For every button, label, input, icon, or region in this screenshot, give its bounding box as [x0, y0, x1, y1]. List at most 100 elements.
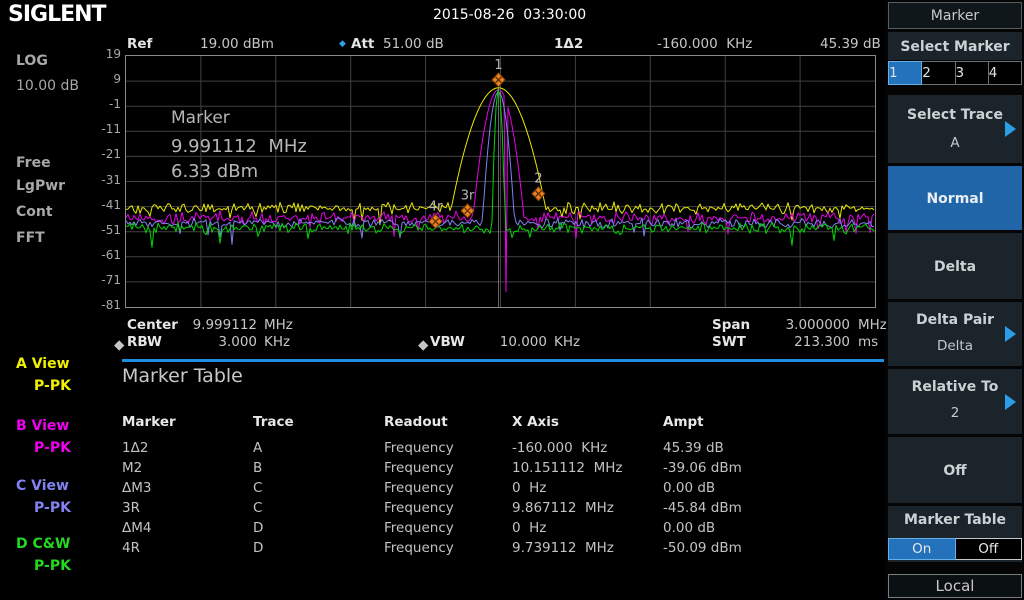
relative-to-button[interactable]: Relative To 2	[888, 369, 1022, 434]
table-row-cell: Frequency	[384, 540, 454, 556]
rbw-label: RBW	[127, 334, 162, 350]
marker-option-3[interactable]: 3	[956, 61, 989, 85]
marker-diamond-4r[interactable]: 4r	[429, 199, 443, 228]
table-row-cell: M2	[122, 460, 142, 476]
table-row-cell: 0 Hz	[512, 480, 546, 496]
delta-button[interactable]: Delta	[888, 233, 1022, 299]
delta-freq-readout: -160.000 KHz	[657, 36, 752, 52]
trace-view-item: A View	[16, 356, 70, 372]
y-tick-label: -51	[88, 223, 121, 237]
y-tick-label: 9	[88, 72, 121, 86]
marker-label: 3r	[461, 189, 475, 204]
marker-table-title: Marker Table	[122, 365, 243, 387]
marker-option-4[interactable]: 4	[989, 61, 1022, 85]
delta-pair-button[interactable]: Delta Pair Delta	[888, 302, 1022, 366]
table-row-cell: 0.00 dB	[663, 520, 715, 536]
vbw-label: VBW	[430, 334, 465, 350]
select-marker-label: Select Marker	[888, 32, 1022, 60]
table-row-cell: -160.000 KHz	[512, 440, 607, 456]
trace-detector: P-PK	[34, 440, 71, 456]
col-ampt: Ampt	[663, 414, 704, 430]
separator-line	[122, 359, 884, 362]
att-value: 51.00 dB	[383, 36, 444, 52]
table-row-cell: 45.39 dB	[663, 440, 724, 456]
table-row-cell: Frequency	[384, 520, 454, 536]
on-off-toggle: On Off	[888, 538, 1022, 560]
trace-detector: P-PK	[34, 500, 71, 516]
swt-label: SWT	[712, 334, 746, 350]
table-row-cell: -39.06 dBm	[663, 460, 742, 476]
trace-view-item: C View	[16, 478, 69, 494]
y-tick-label: -81	[88, 298, 121, 312]
marker-label: 2	[534, 172, 542, 187]
vbw-value: 10.000	[470, 334, 547, 350]
table-row-cell: 1Δ2	[122, 440, 148, 456]
local-button[interactable]: Local	[888, 574, 1022, 598]
table-row-cell: B	[253, 460, 262, 476]
toggle-on[interactable]: On	[888, 538, 956, 560]
select-trace-button[interactable]: Select Trace A	[888, 95, 1022, 163]
status-lgpwr: LgPwr	[16, 178, 65, 194]
marker-readout-ampt: 6.33 dBm	[171, 161, 258, 182]
table-row-cell: -45.84 dBm	[663, 500, 742, 516]
table-row-cell: 3R	[122, 500, 140, 516]
status-free: Free	[16, 155, 51, 171]
marker-diamond-2[interactable]: 2	[532, 172, 545, 201]
siglent-logo: SIGLENT	[8, 2, 106, 27]
table-row-cell: Frequency	[384, 440, 454, 456]
table-row-cell: Frequency	[384, 480, 454, 496]
vbw-unit: KHz	[554, 334, 580, 350]
trace-view-item: B View	[16, 418, 69, 434]
table-row-cell: D	[253, 540, 263, 556]
status-fft: FFT	[16, 230, 45, 246]
marker-pair-label: 1Δ2	[554, 36, 583, 52]
marker-label: 1	[494, 58, 502, 73]
table-row-cell: 0.00 dB	[663, 480, 715, 496]
status-cont: Cont	[16, 204, 53, 220]
marker-option-1[interactable]: 1	[888, 61, 922, 85]
select-marker-row: 1 2 3 4	[888, 61, 1022, 85]
chevron-right-icon	[1005, 326, 1016, 342]
marker-table-toggle: Marker Table On Off	[888, 506, 1022, 562]
delta-ampt-readout: 45.39 dB	[820, 36, 881, 52]
marker-option-2[interactable]: 2	[922, 61, 955, 85]
ref-label: Ref	[127, 36, 152, 52]
rbw-diamond-icon: ◆	[114, 337, 124, 353]
trace-detector: P-PK	[34, 558, 71, 574]
marker-label: 4r	[429, 199, 443, 214]
vbw-diamond-icon: ◆	[418, 337, 428, 353]
att-label: Att	[351, 36, 374, 52]
table-row-cell: ΔM3	[122, 480, 151, 496]
y-tick-label: -61	[88, 248, 121, 262]
table-row-cell: 4R	[122, 540, 140, 556]
table-row-cell: A	[253, 440, 262, 456]
off-button[interactable]: Off	[888, 437, 1022, 503]
table-row-cell: 10.151112 MHz	[512, 460, 622, 476]
normal-button[interactable]: Normal	[888, 166, 1022, 230]
table-row-cell: Frequency	[384, 460, 454, 476]
table-row-cell: 9.867112 MHz	[512, 500, 614, 516]
att-diamond-icon: ◆	[339, 39, 346, 49]
marker-readout-title: Marker	[171, 108, 230, 128]
span-value: 3.000000	[760, 317, 850, 333]
table-row-cell: ΔM4	[122, 520, 151, 536]
center-unit: MHz	[264, 317, 293, 333]
swt-value: 213.300	[760, 334, 850, 350]
y-tick-label: 19	[88, 47, 121, 61]
col-readout: Readout	[384, 414, 448, 430]
log-scale-type: LOG	[16, 53, 48, 69]
toggle-off[interactable]: Off	[956, 538, 1023, 560]
marker-diamond-1[interactable]: 1	[492, 58, 505, 87]
rbw-unit: KHz	[264, 334, 290, 350]
col-xaxis: X Axis	[512, 414, 559, 430]
y-tick-label: -41	[88, 198, 121, 212]
table-row-cell: 9.739112 MHz	[512, 540, 614, 556]
col-marker: Marker	[122, 414, 176, 430]
menu-title: Marker	[888, 2, 1022, 29]
sidebar-menu: Marker Select Marker 1 2 3 4 Select Trac…	[886, 0, 1024, 600]
table-row-cell: -50.09 dBm	[663, 540, 742, 556]
table-row-cell: C	[253, 480, 262, 496]
center-value: 9.999112	[180, 317, 257, 333]
y-tick-label: -1	[88, 97, 121, 111]
y-tick-label: -21	[88, 147, 121, 161]
